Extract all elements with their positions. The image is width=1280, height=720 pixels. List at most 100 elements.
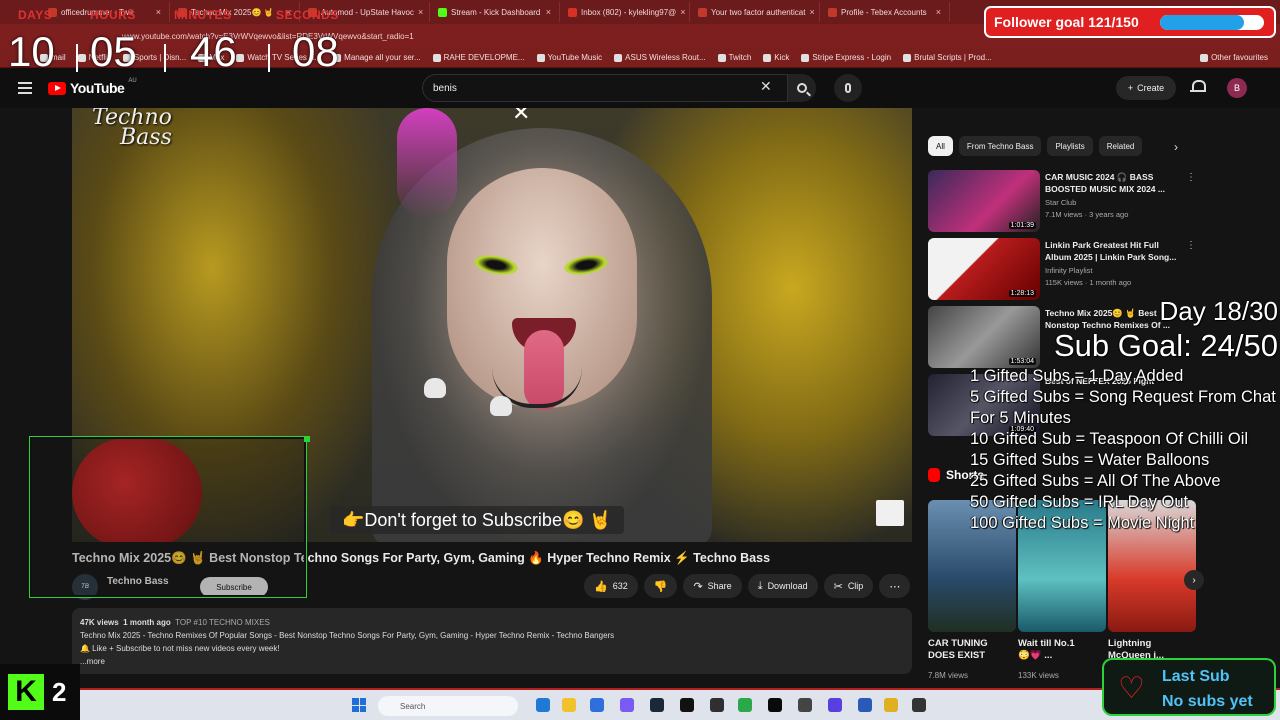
recommendation-item[interactable]: 1:01:39 CAR MUSIC 2024 🎧 BASS BOOSTED MU… [928,170,1196,234]
more-vertical-icon[interactable]: ⋮ [1186,172,1196,183]
timer-label: MINUTES [174,8,232,22]
notifications-bell-icon[interactable] [1190,80,1206,94]
close-icon[interactable]: × [936,7,941,17]
like-count: 632 [612,581,628,591]
description-box[interactable]: 47K views 1 month ago TOP #10 TECHNO MIX… [72,608,912,674]
youtube-play-icon [48,81,66,95]
recommendation-title[interactable]: CAR MUSIC 2024 🎧 BASS BOOSTED MUSIC MIX … [1045,171,1177,195]
bookmark-label: Twitch [728,53,752,62]
bookmark[interactable]: Stripe Express - Login [801,53,891,62]
create-label: Create [1137,83,1165,93]
youtube-logo[interactable]: YouTube AU [48,78,137,96]
bookmark-icon [763,53,772,62]
bookmark-label: Other favourites [1211,53,1268,62]
video-frame-skull [424,378,446,398]
recommendation-item[interactable]: 1:28:13 Linkin Park Greatest Hit Full Al… [928,238,1196,302]
follower-goal-progress-fill [1160,15,1244,30]
steam-icon[interactable] [650,698,664,712]
upload-age: 1 month ago [123,618,171,627]
show-more-link[interactable]: ...more [80,655,904,668]
video-thumbnail[interactable]: 1:53:04 [928,306,1040,368]
obs-icon[interactable] [710,698,724,712]
folder-icon [1200,53,1209,62]
chip-all[interactable]: All [928,136,953,156]
avatar[interactable]: B [1227,78,1247,98]
clip-button[interactable]: ✂ Clip [823,574,874,598]
app-icon[interactable] [858,698,872,712]
download-button[interactable]: ⤓ Download [747,574,818,598]
dislike-button[interactable]: 👎 [643,574,678,598]
download-label: Download [767,581,808,591]
close-icon[interactable]: × [680,7,685,17]
youtube-watermark-icon[interactable] [876,500,904,526]
app-icon[interactable] [768,698,782,712]
browser-tab[interactable]: Inbox (802) - kylekling97@ × [560,2,690,22]
close-icon[interactable]: × [809,7,814,17]
video-duration: 1:01:39 [1008,222,1036,229]
clear-search-icon[interactable]: ✕ [760,78,772,95]
bookmark[interactable]: YouTube Music [536,53,602,62]
more-vertical-icon[interactable]: ⋮ [1186,240,1196,251]
recommendation-meta: 115K views · 1 month ago [1045,278,1132,287]
browser-tab[interactable]: Your two factor authenticat × [690,2,820,22]
short-title[interactable]: CAR TUNING DOES EXIST [928,638,998,662]
share-button[interactable]: ↷ Share [683,574,742,598]
recommendation-title[interactable]: Linkin Park Greatest Hit Full Album 2025… [1045,239,1177,263]
description-tag[interactable]: TOP #10 TECHNO MIXES [175,618,270,627]
app-icon[interactable] [828,698,842,712]
like-button[interactable]: 👍 632 [584,574,638,598]
edge-icon[interactable] [536,698,550,712]
close-icon[interactable]: × [546,7,551,17]
countdown-timer: DAYS HOURS MINUTES SECONDS 10 05 46 08 [4,4,364,75]
scissors-icon: ✂ [833,580,843,593]
app-icon[interactable] [738,698,752,712]
hamburger-menu-icon[interactable] [18,82,32,94]
chip-playlists[interactable]: Playlists [1047,136,1093,156]
voice-search-button[interactable] [834,74,862,102]
taskbar-search[interactable]: Search [378,696,518,716]
more-horizontal-icon: ⋯ [889,580,901,593]
chrome-icon[interactable] [884,698,898,712]
app-icon[interactable] [798,698,812,712]
more-actions-button[interactable]: ⋯ [879,574,911,598]
close-icon[interactable]: × [418,7,423,17]
bookmark[interactable]: ASUS Wireless Rout... [614,53,706,62]
bookmark-icon [903,53,912,62]
video-duration: 1:53:04 [1008,358,1036,365]
gift-rule: 5 Gifted Subs = Song Request From Chat F… [970,388,1276,427]
gift-rule: 15 Gifted Subs = Water Balloons [970,451,1210,469]
search-button[interactable] [788,74,816,102]
chevron-right-icon[interactable]: › [1174,140,1178,154]
file-explorer-icon[interactable] [562,698,576,712]
browser-tab[interactable]: Profile - Tebex Accounts × [820,2,950,22]
store-icon[interactable] [590,698,604,712]
video-thumbnail[interactable]: 1:01:39 [928,170,1040,232]
short-views: 7.8M views [928,671,969,680]
create-button[interactable]: + Create [1116,76,1176,100]
app-icon[interactable] [912,698,926,712]
region-code: AU [128,78,137,84]
filter-chips: All From Techno Bass Playlists Related [928,136,1143,156]
search-input[interactable]: benis [422,74,788,102]
browser-tab[interactable]: Stream - Kick Dashboard × [430,2,560,22]
bookmark[interactable]: RAHE DEVELOPME... [432,53,525,62]
windows-start-icon[interactable] [352,698,366,712]
kick-viewer-badge: K 2 [0,664,80,720]
last-sub-label: Last Sub [1162,668,1230,685]
gmail-icon [568,7,577,17]
bookmark-label: Stripe Express - Login [812,53,892,62]
app-icon[interactable] [680,698,694,712]
chip-from-channel[interactable]: From Techno Bass [958,136,1042,156]
bookmark[interactable]: Brutal Scripts | Prod... [903,53,992,62]
other-favourites[interactable]: Other favourites [1200,53,1268,62]
video-thumbnail[interactable]: 1:28:13 [928,238,1040,300]
chevron-right-icon[interactable]: › [1184,570,1204,590]
chip-related[interactable]: Related [1098,136,1143,156]
short-title[interactable]: Wait till No.1 😳💗 ... [1018,638,1088,662]
bookmark[interactable]: Twitch [717,53,752,62]
bookmark[interactable]: Kick [763,53,789,62]
discord-icon[interactable] [620,698,634,712]
bookmark-icon [536,53,545,62]
last-sub-widget: ♡ Last Sub No subs yet [1102,658,1276,716]
download-icon: ⤓ [757,579,763,592]
